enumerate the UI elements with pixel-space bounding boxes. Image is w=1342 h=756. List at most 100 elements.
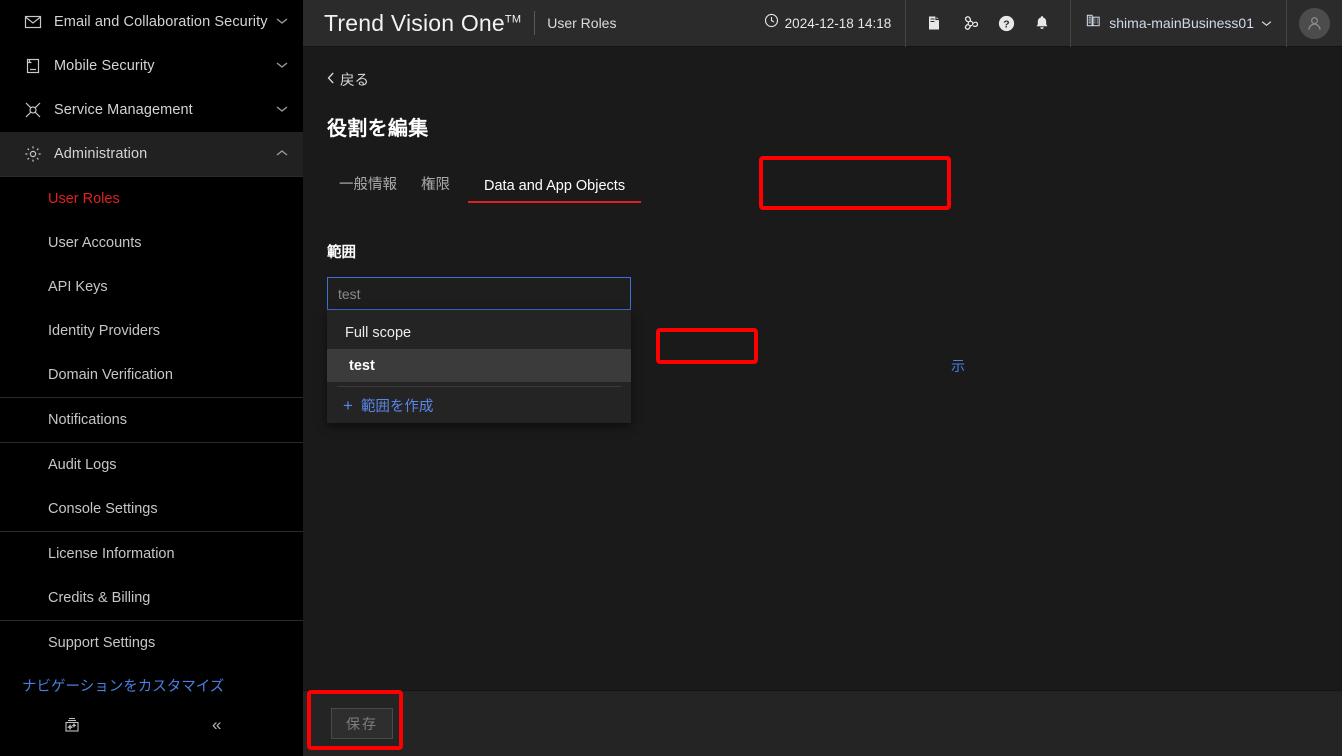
main-pane: Trend Vision OneTM User Roles 2024-12-18…: [303, 0, 1342, 756]
service-management-icon: [22, 99, 44, 121]
top-header-bar: Trend Vision OneTM User Roles 2024-12-18…: [303, 0, 1342, 47]
sidebar-subnav-group-identity: User Roles User Accounts API Keys Identi…: [0, 177, 303, 397]
chevron-down-icon[interactable]: [275, 105, 289, 116]
tab-label: 権限: [421, 177, 450, 193]
create-scope-label: 範囲を作成: [360, 398, 434, 415]
product-brand: Trend Vision OneTM: [303, 10, 521, 37]
toolbox-icon[interactable]: [62, 715, 82, 735]
tab-label: 一般情報: [339, 177, 397, 193]
business-selector[interactable]: shima-mainBusiness01: [1070, 0, 1286, 47]
tab-bar: 一般情報 権限 Data and App Objects: [327, 165, 1342, 203]
sidebar-subitem-label: Credits & Billing: [48, 590, 151, 606]
sidebar-subitem-label: API Keys: [48, 279, 108, 295]
sidebar-item-license-information[interactable]: License Information: [0, 532, 303, 576]
sidebar-footer: «: [0, 694, 303, 756]
sidebar-item-label: Service Management: [54, 102, 193, 118]
scope-option-full-scope[interactable]: Full scope: [327, 316, 631, 349]
obscured-link-text[interactable]: 示: [951, 356, 965, 376]
support-icon[interactable]: [952, 0, 988, 47]
sidebar-subitem-label: Domain Verification: [48, 367, 173, 383]
chevron-left-icon: [327, 72, 335, 88]
back-link-label: 戻る: [340, 73, 369, 89]
header-datetime: 2024-12-18 14:18: [758, 13, 906, 33]
sidebar-subnav-group-logs: Audit Logs Console Settings: [0, 442, 303, 531]
app-root: Email and Collaboration Security Mobile …: [0, 0, 1342, 756]
sidebar-item-service-management[interactable]: Service Management: [0, 88, 303, 132]
create-scope-link[interactable]: + 範囲を作成: [327, 387, 631, 423]
sidebar-subitem-label: Audit Logs: [48, 457, 117, 473]
envelope-icon: [22, 11, 44, 33]
sidebar-item-mobile-security[interactable]: Mobile Security: [0, 44, 303, 88]
plus-icon: +: [343, 395, 353, 415]
chevron-down-icon[interactable]: [1261, 14, 1272, 32]
notifications-bell-icon[interactable]: [1024, 0, 1060, 47]
scope-field-label: 範囲: [327, 245, 356, 261]
chevron-down-icon[interactable]: [275, 61, 289, 72]
docs-icon[interactable]: [916, 0, 952, 47]
sidebar-item-label: Administration: [54, 146, 148, 162]
scope-option-label: test: [349, 357, 375, 374]
sidebar-item-api-keys[interactable]: API Keys: [0, 265, 303, 309]
sidebar-item-notifications[interactable]: Notifications: [0, 398, 303, 442]
user-account-menu[interactable]: [1286, 0, 1342, 47]
scope-search-input[interactable]: [327, 277, 631, 310]
business-name: shima-mainBusiness01: [1109, 15, 1254, 31]
save-button-label: 保存: [346, 715, 378, 732]
sidebar-item-console-settings[interactable]: Console Settings: [0, 487, 303, 531]
sidebar-item-user-roles[interactable]: User Roles: [0, 177, 303, 221]
sidebar-item-label: Email and Collaboration Security: [54, 14, 268, 30]
sidebar: Email and Collaboration Security Mobile …: [0, 0, 303, 756]
header-page-context: User Roles: [547, 15, 617, 31]
tab-label: Data and App Objects: [484, 178, 626, 194]
collapse-sidebar-button[interactable]: «: [212, 715, 221, 735]
trademark-symbol: TM: [504, 12, 522, 25]
sidebar-subnav-group-billing: License Information Credits & Billing: [0, 531, 303, 620]
clock-icon: [764, 13, 779, 33]
sidebar-item-label: Mobile Security: [54, 58, 155, 74]
sidebar-item-identity-providers[interactable]: Identity Providers: [0, 309, 303, 353]
sidebar-item-administration[interactable]: Administration: [0, 132, 303, 176]
sidebar-subitem-label: License Information: [48, 546, 175, 562]
sidebar-item-email-and-collaboration-security[interactable]: Email and Collaboration Security: [0, 0, 303, 44]
datetime-text: 2024-12-18 14:18: [784, 15, 892, 31]
chevron-down-icon[interactable]: [275, 17, 289, 28]
sidebar-subitem-label: User Accounts: [48, 235, 142, 251]
sidebar-item-support-settings[interactable]: Support Settings: [0, 621, 303, 665]
sidebar-subitem-label: Notifications: [48, 412, 127, 428]
mobile-device-icon: [22, 55, 44, 77]
tab-data-and-app-objects[interactable]: Data and App Objects: [462, 178, 647, 203]
help-icon[interactable]: ?: [988, 0, 1024, 47]
sidebar-subnav-group-notifications: Notifications: [0, 397, 303, 442]
sidebar-item-user-accounts[interactable]: User Accounts: [0, 221, 303, 265]
tab-permissions[interactable]: 権限: [409, 173, 462, 203]
header-icon-group: ?: [905, 0, 1070, 47]
sidebar-subitem-label: Support Settings: [48, 635, 156, 651]
back-link[interactable]: 戻る: [327, 69, 369, 90]
save-button[interactable]: 保存: [331, 708, 393, 739]
sidebar-subnav-group-support: Support Settings: [0, 620, 303, 665]
building-icon: [1085, 12, 1102, 34]
chevron-up-icon[interactable]: [275, 149, 289, 160]
sidebar-item-audit-logs[interactable]: Audit Logs: [0, 443, 303, 487]
svg-text:?: ?: [1003, 19, 1009, 30]
sidebar-subitem-label: User Roles: [48, 191, 120, 207]
sidebar-item-domain-verification[interactable]: Domain Verification: [0, 353, 303, 397]
customize-navigation-label: ナビゲーションをカスタマイズ: [22, 678, 225, 695]
product-brand-name: Trend Vision One: [324, 9, 505, 36]
scope-dropdown-menu: Full scope test + 範囲を作成: [327, 310, 631, 423]
gear-icon: [22, 143, 44, 165]
scope-selector: Full scope test + 範囲を作成: [327, 277, 631, 423]
scope-option-label: Full scope: [345, 324, 412, 341]
sidebar-subitem-label: Identity Providers: [48, 323, 161, 339]
header-right-cluster: 2024-12-18 14:18 ? shima-mainBusiness01: [758, 0, 1342, 47]
sidebar-item-credits-and-billing[interactable]: Credits & Billing: [0, 576, 303, 620]
scope-option-test[interactable]: test: [327, 349, 631, 382]
page-title: 役割を編集: [327, 118, 429, 140]
header-divider: [534, 11, 536, 35]
content-area: 戻る 役割を編集 一般情報 権限 Data and App Objects 範囲…: [303, 47, 1342, 690]
user-avatar-icon: [1299, 7, 1330, 39]
action-footer-bar: 保存: [303, 690, 1342, 756]
collapse-sidebar-label: «: [212, 715, 222, 734]
tab-general-information[interactable]: 一般情報: [327, 173, 409, 203]
sidebar-subitem-label: Console Settings: [48, 501, 158, 517]
